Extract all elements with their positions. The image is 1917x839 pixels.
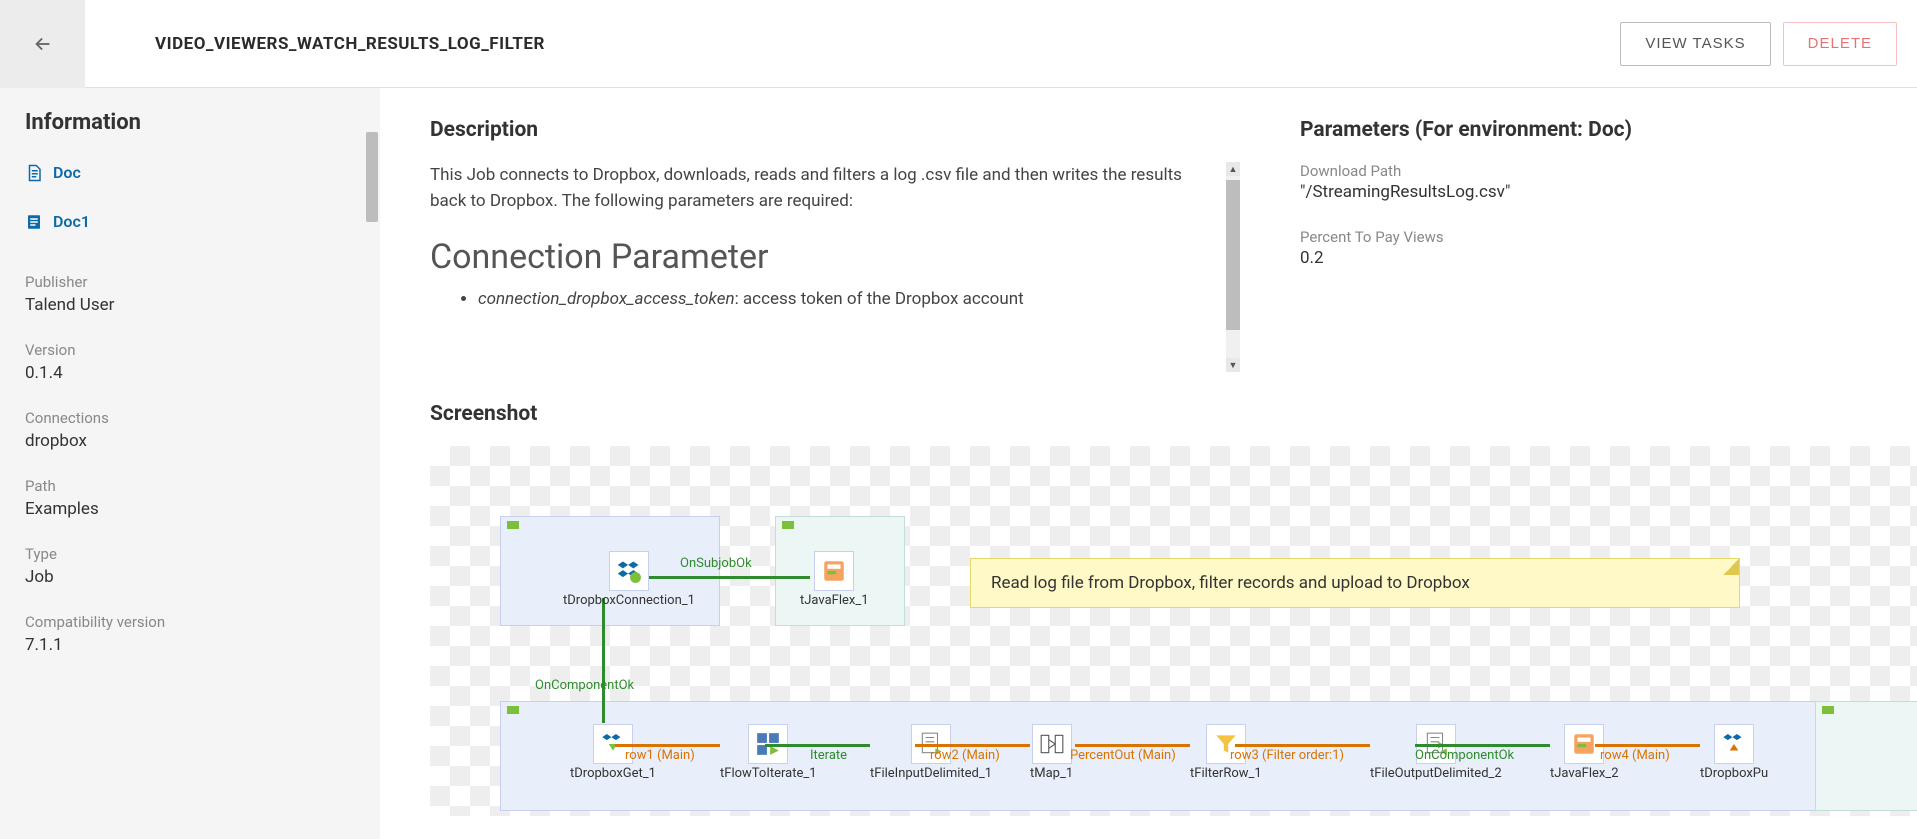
dropbox-put-icon	[1714, 724, 1754, 764]
job-diagram: tDropboxConnection_1 tJavaFlex_1 OnSubjo…	[430, 446, 1917, 816]
scrollbar-thumb[interactable]	[1226, 180, 1240, 330]
connector-line	[1595, 744, 1700, 747]
delete-button[interactable]: DELETE	[1783, 22, 1897, 66]
link-label: Iterate	[810, 748, 847, 763]
param-value: "/StreamingResultsLog.csv"	[1300, 182, 1877, 202]
sidebar: Information Doc Doc1 Publisher Talend Us…	[0, 88, 380, 839]
meta-value: 7.1.1	[25, 635, 355, 655]
parameters-section: Parameters (For environment: Doc) Downlo…	[1300, 118, 1917, 372]
component-label: tJavaFlex_1	[800, 593, 869, 608]
meta-block: Publisher Talend User Version 0.1.4 Conn…	[25, 273, 355, 655]
meta-label: Version	[25, 341, 355, 359]
main-panel: Description This Job connects to Dropbox…	[380, 88, 1917, 839]
link-label: OnComponentOk	[1415, 748, 1514, 763]
document-icon	[25, 213, 43, 231]
description-subheading: Connection Parameter	[430, 237, 1210, 277]
javaflex-icon	[814, 551, 854, 591]
component-label: tFilterRow_1	[1190, 766, 1262, 781]
scroll-up-icon[interactable]: ▲	[1226, 162, 1240, 176]
component-tflowtoiterate: tFlowToIterate_1	[720, 724, 817, 781]
connector-line	[615, 744, 720, 747]
link-label: OnComponentOk	[535, 678, 634, 693]
subjob-tag-icon	[507, 521, 519, 529]
link-label: row4 (Main)	[1600, 748, 1670, 763]
meta-label: Compatibility version	[25, 613, 355, 631]
param-label: Download Path	[1300, 162, 1877, 180]
list-item: connection_dropbox_access_token: access …	[478, 289, 1210, 309]
param-desc: : access token of the Dropbox account	[735, 289, 1024, 309]
connector-line	[765, 744, 870, 747]
doc-link-label: Doc1	[53, 212, 90, 231]
connector-line	[915, 744, 1030, 747]
connector-line	[1235, 744, 1370, 747]
back-button[interactable]	[0, 0, 85, 88]
document-icon	[25, 164, 43, 182]
component-label: tFileInputDelimited_1	[870, 766, 992, 781]
doc-link-label: Doc	[53, 163, 81, 182]
connector-line	[1075, 744, 1190, 747]
header-bar: VIDEO_VIEWERS_WATCH_RESULTS_LOG_FILTER V…	[0, 0, 1917, 88]
component-tdropboxput: tDropboxPu	[1700, 724, 1768, 781]
description-section: Description This Job connects to Dropbox…	[430, 118, 1240, 372]
subjob-tag-icon	[507, 706, 519, 714]
link-label: OnSubjobOk	[680, 556, 752, 571]
link-label: row3 (Filter order:1)	[1230, 748, 1344, 763]
param-label: Percent To Pay Views	[1300, 228, 1877, 246]
link-label: row2 (Main)	[930, 748, 1000, 763]
meta-value: Talend User	[25, 295, 355, 315]
description-scrollbar[interactable]: ▲ ▼	[1226, 162, 1240, 372]
arrow-left-icon	[32, 33, 54, 55]
screenshot-heading: Screenshot	[430, 402, 1917, 426]
component-label: tMap_1	[1030, 766, 1073, 781]
link-label: PercentOut (Main)	[1070, 748, 1176, 763]
meta-value: Job	[25, 567, 355, 587]
subjob-tag-icon	[1822, 706, 1834, 714]
component-label: tDropboxConnection_1	[563, 593, 695, 608]
sidebar-heading: Information	[25, 110, 355, 135]
description-body: This Job connects to Dropbox, downloads,…	[430, 162, 1210, 215]
doc-link-doc[interactable]: Doc	[25, 157, 355, 188]
meta-value: dropbox	[25, 431, 355, 451]
sidebar-scrollbar[interactable]	[366, 132, 378, 839]
doc-link-doc1[interactable]: Doc1	[25, 206, 355, 237]
tmap-icon	[1032, 724, 1072, 764]
diagram-note: Read log file from Dropbox, filter recor…	[970, 558, 1740, 608]
component-label: tDropboxPu	[1700, 766, 1768, 781]
parameters-heading: Parameters (For environment: Doc)	[1300, 118, 1877, 142]
description-list: connection_dropbox_access_token: access …	[430, 289, 1210, 309]
header-actions: VIEW TASKS DELETE	[1620, 22, 1897, 66]
link-label: row1 (Main)	[625, 748, 695, 763]
subjob-box	[1815, 701, 1917, 811]
component-label: tFlowToIterate_1	[720, 766, 817, 781]
scrollbar-thumb[interactable]	[366, 132, 378, 222]
meta-value: Examples	[25, 499, 355, 519]
page-title: VIDEO_VIEWERS_WATCH_RESULTS_LOG_FILTER	[155, 34, 545, 54]
param-name: connection_dropbox_access_token	[478, 289, 735, 309]
dropbox-icon	[609, 551, 649, 591]
component-label: tJavaFlex_2	[1550, 766, 1619, 781]
meta-label: Publisher	[25, 273, 355, 291]
description-heading: Description	[430, 118, 1240, 142]
component-tdropboxconnection: tDropboxConnection_1	[563, 551, 695, 608]
meta-label: Connections	[25, 409, 355, 427]
scroll-down-icon[interactable]: ▼	[1226, 358, 1240, 372]
connector-line	[1415, 744, 1550, 747]
subjob-tag-icon	[782, 521, 794, 529]
meta-value: 0.1.4	[25, 363, 355, 383]
connector-line	[602, 598, 605, 723]
view-tasks-button[interactable]: VIEW TASKS	[1620, 22, 1770, 66]
component-label: tFileOutputDelimited_2	[1370, 766, 1502, 781]
meta-label: Path	[25, 477, 355, 495]
component-label: tDropboxGet_1	[570, 766, 656, 781]
component-tjavaflex: tJavaFlex_1	[800, 551, 869, 608]
meta-label: Type	[25, 545, 355, 563]
param-value: 0.2	[1300, 248, 1877, 268]
component-tmap: tMap_1	[1030, 724, 1073, 781]
